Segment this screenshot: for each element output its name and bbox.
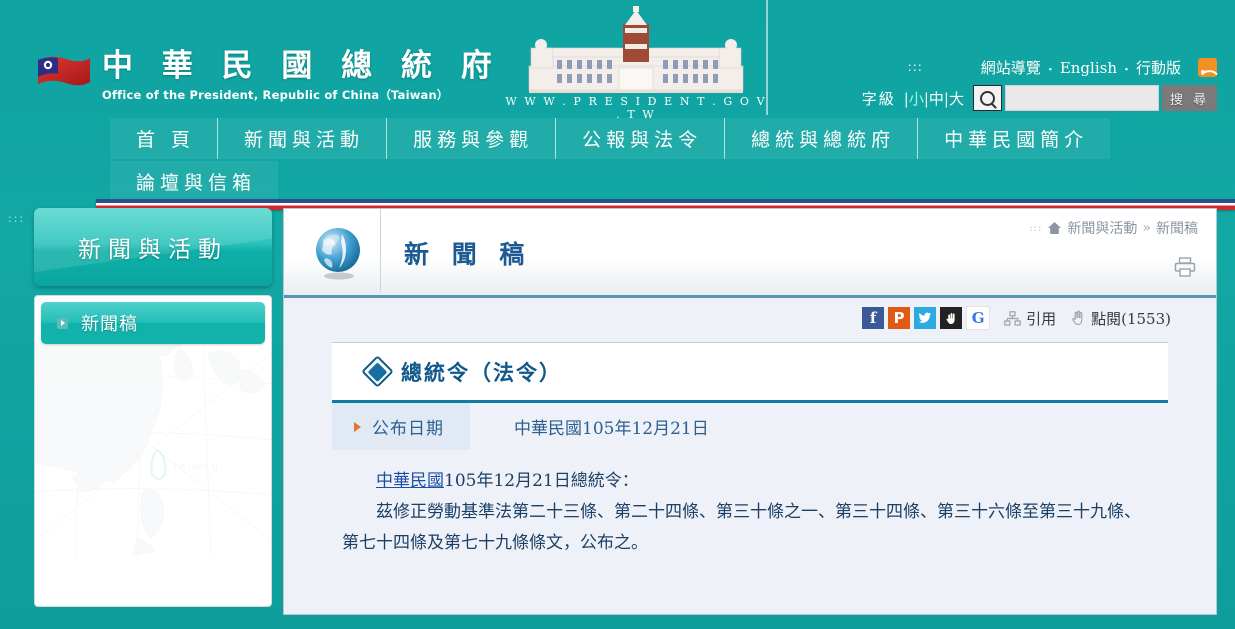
- home-icon[interactable]: [1047, 221, 1062, 235]
- article-paragraph-1-rest: 105年12月21日總統令：: [444, 471, 639, 491]
- svg-text:TAIWAN: TAIWAN: [172, 463, 220, 473]
- sidebar-heading[interactable]: 新聞與活動: [34, 208, 272, 286]
- link-separator: ・: [1120, 62, 1132, 76]
- news-globe-icon: [316, 228, 360, 280]
- arrow-right-icon: [57, 317, 68, 329]
- main-navigation: 首 頁 新聞與活動 服務與參觀 公報與法令 總統與總統府 中華民國簡介 論壇與信…: [110, 118, 1111, 202]
- fontsize-label: 字級: [861, 89, 896, 108]
- plurk-icon[interactable]: P: [888, 307, 911, 329]
- fontsize-options: |小|中|大: [904, 88, 964, 109]
- article: 總統令（法令） 公布日期 中華民國105年12月21日 中華民國105年12月2…: [332, 342, 1168, 559]
- east-asia-map-icon: TAIWAN: [35, 342, 271, 557]
- sidebar-accessibility-anchor[interactable]: :::: [8, 213, 25, 224]
- sitemap-icon: [1004, 310, 1021, 326]
- breadcrumb-accessibility-anchor[interactable]: :::: [1029, 223, 1042, 234]
- article-heading: 總統令（法令）: [332, 343, 1168, 403]
- printer-icon[interactable]: [1174, 257, 1196, 277]
- header-divider: [766, 0, 768, 115]
- breadcrumb-item-news-events[interactable]: 新聞與活動: [1067, 218, 1137, 238]
- content-header-divider: [380, 209, 381, 292]
- search-icon-button[interactable]: [973, 85, 1002, 111]
- accessibility-anchor[interactable]: :::: [908, 60, 923, 74]
- hand-pointer-icon: [1072, 310, 1083, 326]
- article-body: 中華民國105年12月21日總統令： 茲修正勞動基準法第二十三條、第二十四條、第…: [332, 450, 1168, 559]
- search-icon: [980, 90, 995, 106]
- mobile-version-link[interactable]: 行動版: [1136, 59, 1181, 77]
- nav-item-president-office[interactable]: 總統與總統府: [725, 118, 919, 159]
- page-root: 中 華 民 國 總 統 府 Office of the President, R…: [0, 0, 1235, 629]
- rss-icon[interactable]: [1198, 57, 1217, 77]
- english-link[interactable]: English: [1060, 59, 1117, 77]
- sidebar-menu-panel: TAIWAN 新聞稿: [34, 295, 272, 607]
- roc-link[interactable]: 中華民國: [376, 471, 444, 491]
- funp-hand-icon: [946, 312, 955, 324]
- nav-item-services-visits[interactable]: 服務與參觀: [387, 118, 557, 159]
- fontsize-medium-button[interactable]: 中: [929, 90, 944, 108]
- nav-item-home[interactable]: 首 頁: [110, 118, 219, 159]
- funp-icon[interactable]: [940, 307, 963, 329]
- article-meta-row: 公布日期 中華民國105年12月21日: [332, 403, 1168, 450]
- fontsize-large-button[interactable]: 大: [949, 90, 964, 108]
- content-header: 新 聞 稿 ::: 新聞與活動 » 新聞稿: [284, 209, 1216, 298]
- facebook-icon[interactable]: f: [862, 307, 885, 329]
- sidebar-heading-label: 新聞與活動: [78, 237, 228, 263]
- triangle-right-icon: [354, 421, 361, 432]
- article-paragraph-1: 中華民國105年12月21日總統令：: [342, 466, 1148, 497]
- breadcrumb-separator: »: [1142, 220, 1151, 236]
- breadcrumb-item-press-release: 新聞稿: [1156, 221, 1198, 237]
- roc-flag-icon: [38, 56, 90, 86]
- search-input[interactable]: [1005, 85, 1159, 111]
- page-body: ::: 新聞與活動 TAIWAN 新聞稿 新 聞 稿::: 新聞與活動 » 新…: [0, 196, 1235, 615]
- twitter-icon[interactable]: [914, 307, 937, 329]
- site-title-cn: 中 華 民 國 總 統 府: [102, 48, 501, 84]
- cite-label: 引用: [1026, 309, 1057, 328]
- cite-button[interactable]: 引用: [1004, 308, 1056, 329]
- publish-date-label: 公布日期: [372, 419, 444, 439]
- publish-date-value: 中華民國105年12月21日: [514, 419, 709, 439]
- sidebar-item-label: 新聞稿: [81, 314, 138, 335]
- link-separator: ・: [1044, 62, 1056, 76]
- share-bar: f P G 引用 點閱(1553): [284, 298, 1216, 338]
- google-plus-icon[interactable]: G: [966, 306, 991, 330]
- content-panel: 新 聞 稿 ::: 新聞與活動 » 新聞稿 f P G 引用 點閱(1553) …: [283, 208, 1217, 615]
- sitemap-link[interactable]: 網站導覽: [981, 59, 1041, 77]
- twitter-bird-icon: [918, 312, 932, 323]
- utility-bar: ::: 網站導覽・ English ・行動版 字級 |小|中|大 搜 尋: [862, 56, 1217, 111]
- nav-item-about-roc[interactable]: 中華民國簡介: [918, 118, 1111, 159]
- sidebar: 新聞與活動 TAIWAN 新聞稿: [34, 208, 272, 607]
- utility-links: 網站導覽・ English ・行動版: [981, 57, 1181, 78]
- article-paragraph-2: 茲修正勞動基準法第二十三條、第二十四條、第三十條之一、第三十四條、第三十六條至第…: [342, 502, 1141, 553]
- sidebar-item-press-release[interactable]: 新聞稿: [41, 302, 265, 344]
- site-header: 中 華 民 國 總 統 府 Office of the President, R…: [0, 0, 1235, 210]
- nav-item-gazette-laws[interactable]: 公報與法令: [556, 118, 726, 159]
- diamond-bullet-icon: [361, 355, 394, 388]
- search-submit-button[interactable]: 搜 尋: [1162, 85, 1217, 111]
- site-title-en: Office of the President, Republic of Chi…: [102, 88, 449, 102]
- fontsize-small-button[interactable]: 小: [909, 90, 924, 108]
- views-counter[interactable]: 點閱(1553): [1070, 308, 1171, 329]
- publish-date-label-cell: 公布日期: [332, 403, 470, 450]
- breadcrumb: ::: 新聞與活動 » 新聞稿: [1029, 218, 1198, 238]
- nav-item-news-events[interactable]: 新聞與活動: [218, 118, 388, 159]
- views-label: 點閱(1553): [1091, 309, 1171, 328]
- nav-row-primary: 首 頁 新聞與活動 服務與參觀 公報與法令 總統與總統府 中華民國簡介: [110, 118, 1111, 159]
- site-logo[interactable]: 中 華 民 國 總 統 府 Office of the President, R…: [36, 48, 501, 103]
- article-heading-label: 總統令（法令）: [401, 359, 562, 385]
- page-title: 新 聞 稿: [404, 240, 532, 269]
